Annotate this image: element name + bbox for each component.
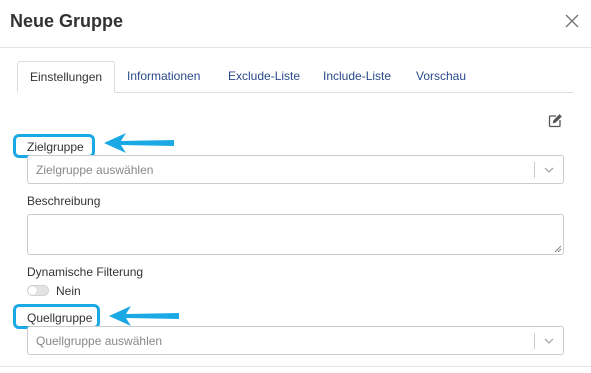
toggle-knob: [28, 286, 37, 295]
chevron-down-icon: [544, 338, 554, 344]
quellgruppe-label: Quellgruppe: [27, 311, 93, 325]
dialog-header: Neue Gruppe: [0, 0, 591, 48]
edit-icon[interactable]: [548, 114, 562, 128]
zielgruppe-label: Zielgruppe: [27, 140, 84, 154]
resize-grip-icon[interactable]: [554, 245, 562, 253]
zielgruppe-select[interactable]: Zielgruppe auswählen: [27, 155, 564, 184]
beschreibung-label: Beschreibung: [27, 194, 101, 208]
tab-bar: Einstellungen Informationen Exclude-List…: [17, 61, 573, 93]
tab-informationen[interactable]: Informationen: [127, 61, 200, 93]
tab-include-liste[interactable]: Include-Liste: [323, 61, 391, 93]
quellgruppe-select[interactable]: Quellgruppe auswählen: [27, 326, 564, 355]
close-icon[interactable]: [561, 10, 583, 32]
tab-einstellungen[interactable]: Einstellungen: [17, 61, 116, 93]
filter-value-label: Nein: [56, 284, 81, 298]
beschreibung-textarea[interactable]: [27, 214, 564, 255]
select-separator: [534, 333, 535, 349]
tab-vorschau[interactable]: Vorschau: [416, 61, 466, 93]
tab-exclude-liste[interactable]: Exclude-Liste: [228, 61, 300, 93]
filter-toggle[interactable]: [27, 285, 49, 296]
quellgruppe-placeholder: Quellgruppe auswählen: [36, 334, 163, 348]
filter-label: Dynamische Filterung: [27, 265, 144, 279]
arrow-pointer-icon: [104, 133, 174, 153]
chevron-down-icon: [544, 167, 554, 173]
arrow-pointer-icon: [109, 306, 179, 326]
zielgruppe-placeholder: Zielgruppe auswählen: [36, 163, 154, 177]
dialog-title: Neue Gruppe: [10, 11, 124, 31]
dialog-divider: [0, 366, 591, 367]
select-separator: [534, 162, 535, 178]
